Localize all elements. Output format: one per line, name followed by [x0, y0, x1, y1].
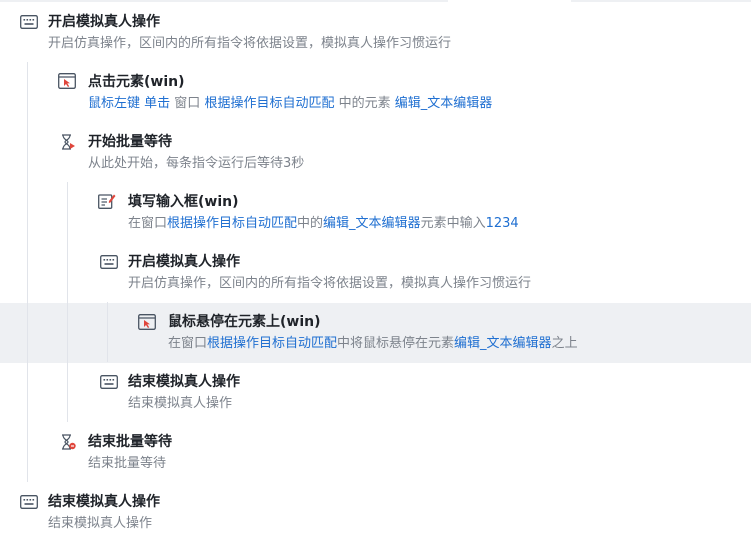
step-row[interactable]: 开启模拟真人操作 开启仿真操作，区间内的所有指令将依据设置，模拟真人操作习惯运行 — [0, 2, 751, 62]
step-row[interactable]: 鼠标悬停在元素上(win) 在窗口根据操作目标自动匹配中将鼠标悬停在元素编辑_文… — [0, 302, 751, 362]
param-window[interactable]: 根据操作目标自动匹配 — [207, 336, 337, 351]
keyboard-icon — [100, 254, 118, 270]
keyboard-icon — [20, 494, 38, 510]
step-title: 鼠标悬停在元素上(win) — [168, 314, 321, 330]
keyboard-icon — [100, 374, 118, 390]
desc-text: 之上 — [551, 336, 578, 351]
step-title: 开始批量等待 — [88, 134, 172, 150]
param-input-value[interactable]: 1234 — [486, 216, 519, 231]
step-description: 在窗口根据操作目标自动匹配中将鼠标悬停在元素编辑_文本编辑器之上 — [168, 335, 578, 353]
desc-text: 元素中输入 — [420, 216, 486, 231]
step-description: 开启仿真操作，区间内的所有指令将依据设置，模拟真人操作习惯运行 — [48, 36, 452, 51]
step-row[interactable]: 结束模拟真人操作 结束模拟真人操作 — [0, 362, 751, 422]
step-description: 从此处开始，每条指令运行后等待3秒 — [88, 156, 305, 171]
hourglass-end-icon — [60, 434, 78, 450]
desc-text: 在窗口 — [168, 336, 208, 351]
click-element-icon — [58, 73, 76, 89]
step-description: 在窗口根据操作目标自动匹配中的编辑_文本编辑器元素中输入1234 — [128, 215, 519, 233]
mouse-hover-icon — [138, 314, 156, 330]
step-title: 填写输入框(win) — [128, 194, 239, 210]
step-title: 结束模拟真人操作 — [48, 494, 160, 510]
param-click-type[interactable]: 单击 — [144, 96, 170, 111]
step-row[interactable]: 结束批量等待 结束批量等待 — [0, 422, 751, 482]
desc-text: 窗口 — [170, 96, 205, 111]
step-title: 开启模拟真人操作 — [128, 254, 240, 270]
desc-text: 中将鼠标悬停在元素 — [337, 336, 455, 351]
step-row[interactable]: 开始批量等待 从此处开始，每条指令运行后等待3秒 — [0, 122, 751, 182]
flow-editor: 开启模拟真人操作 开启仿真操作，区间内的所有指令将依据设置，模拟真人操作习惯运行… — [0, 0, 751, 552]
step-title: 点击元素(win) — [88, 74, 185, 90]
step-row[interactable]: 填写输入框(win) 在窗口根据操作目标自动匹配中的编辑_文本编辑器元素中输入1… — [0, 182, 751, 242]
desc-text: 中的元素 — [334, 96, 395, 111]
keyboard-icon — [20, 14, 38, 30]
edit-input-icon — [98, 193, 116, 209]
desc-text: 在窗口 — [128, 216, 168, 231]
step-row[interactable]: 点击元素(win) 鼠标左键 单击 窗口 根据操作目标自动匹配 中的元素 编辑_… — [0, 62, 751, 122]
step-description: 结束模拟真人操作 — [128, 396, 233, 411]
param-element[interactable]: 编辑_文本编辑器 — [323, 216, 421, 231]
step-row[interactable]: 开启模拟真人操作 开启仿真操作，区间内的所有指令将依据设置，模拟真人操作习惯运行 — [0, 242, 751, 302]
param-mouse-button[interactable]: 鼠标左键 — [88, 96, 140, 111]
step-row[interactable]: 结束模拟真人操作 结束模拟真人操作 — [0, 482, 751, 542]
step-title: 开启模拟真人操作 — [48, 14, 160, 30]
step-description: 结束批量等待 — [88, 456, 167, 471]
param-window[interactable]: 根据操作目标自动匹配 — [167, 216, 297, 231]
param-window[interactable]: 根据操作目标自动匹配 — [204, 96, 334, 111]
param-element[interactable]: 编辑_文本编辑器 — [395, 96, 493, 111]
step-title: 结束模拟真人操作 — [128, 374, 240, 390]
step-description: 鼠标左键 单击 窗口 根据操作目标自动匹配 中的元素 编辑_文本编辑器 — [88, 95, 492, 113]
param-element[interactable]: 编辑_文本编辑器 — [454, 336, 552, 351]
step-description: 开启仿真操作，区间内的所有指令将依据设置，模拟真人操作习惯运行 — [128, 276, 532, 291]
desc-text: 中的 — [297, 216, 324, 231]
step-title: 结束批量等待 — [88, 434, 172, 450]
step-description: 结束模拟真人操作 — [48, 516, 153, 531]
hourglass-start-icon — [60, 134, 78, 150]
